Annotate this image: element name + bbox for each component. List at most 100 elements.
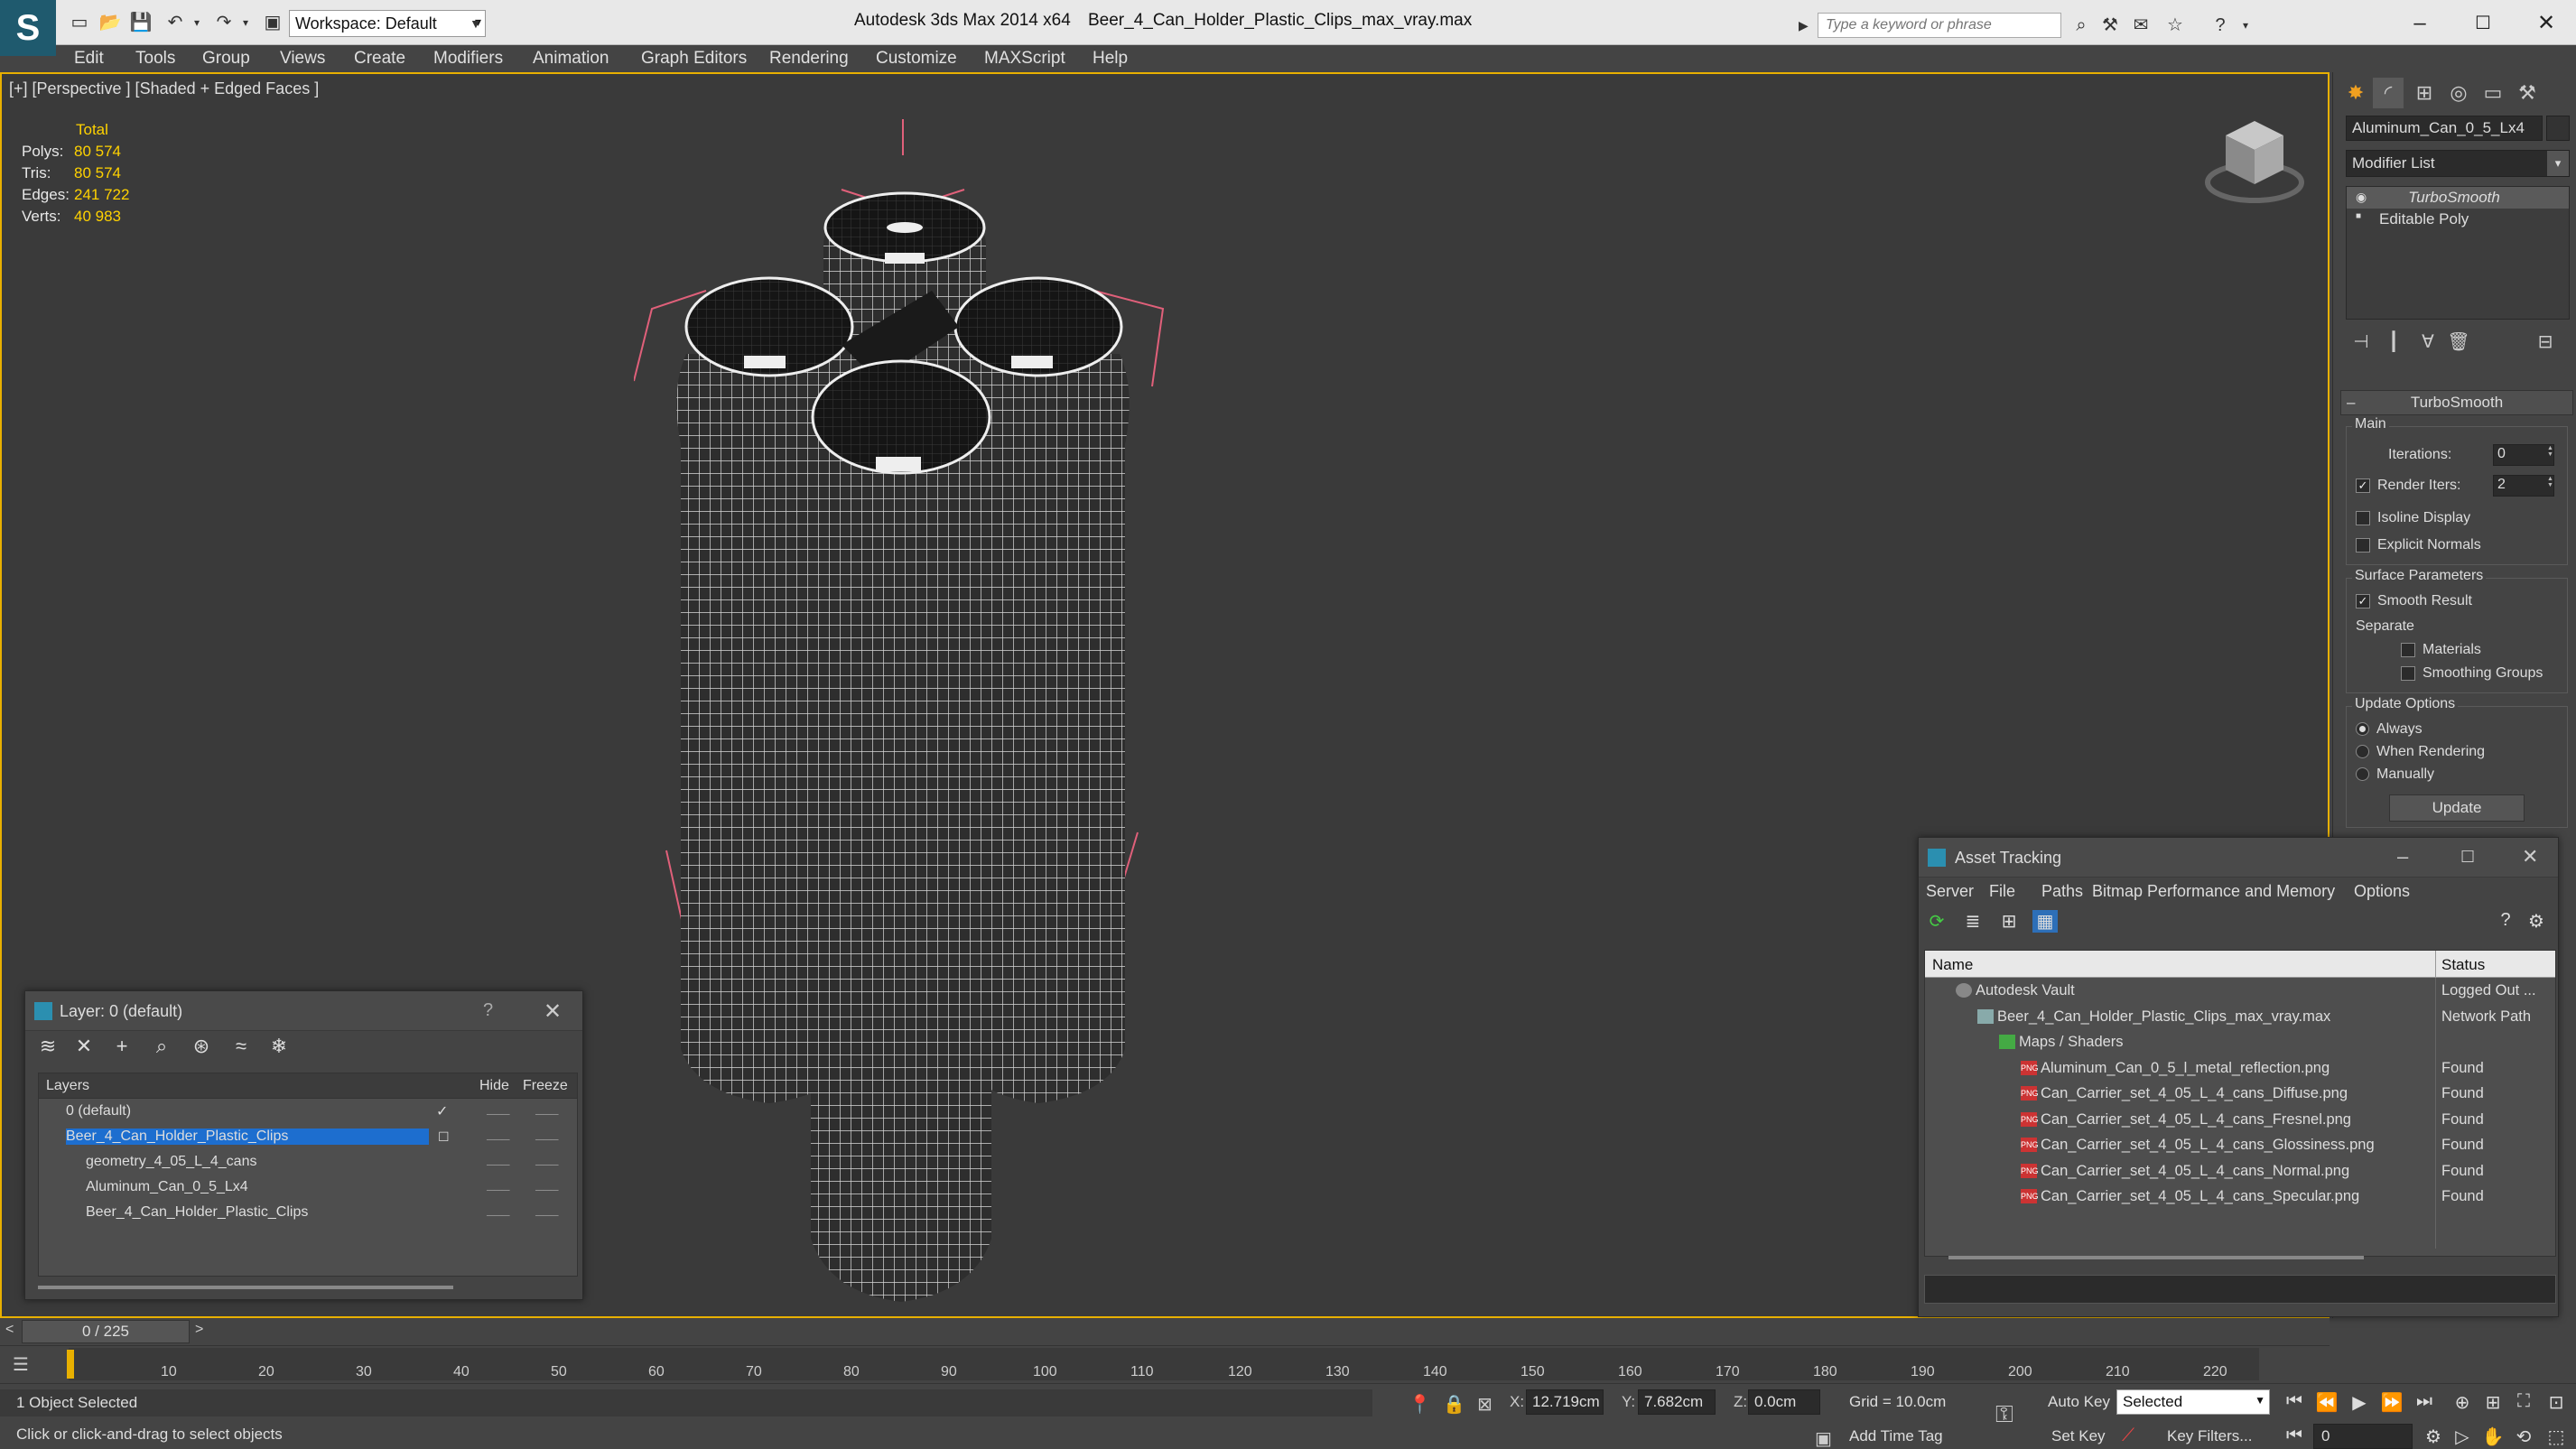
- key-mode-toggle-icon[interactable]: ⏮: [2281, 1426, 2308, 1446]
- motion-tab-icon[interactable]: ◎: [2443, 78, 2474, 108]
- minimize-window-button[interactable]: –: [2402, 7, 2438, 40]
- go-to-start-icon[interactable]: ⏮: [2281, 1391, 2308, 1412]
- menu-tools[interactable]: Tools: [135, 49, 175, 69]
- maximize-viewport-icon[interactable]: ⬚: [2543, 1426, 2570, 1448]
- menu-edit[interactable]: Edit: [74, 49, 104, 69]
- hide-toggle[interactable]: ───: [487, 1108, 510, 1120]
- zoom-extents-icon[interactable]: ⛶: [2510, 1391, 2537, 1412]
- always-radio[interactable]: [2356, 722, 2369, 737]
- menu-animation[interactable]: Animation: [533, 49, 609, 69]
- manually-radio[interactable]: [2356, 767, 2369, 782]
- object-name-field[interactable]: Aluminum_Can_0_5_Lx4: [2346, 116, 2543, 141]
- freeze-toggle[interactable]: ───: [535, 1108, 559, 1120]
- time-slider-thumb[interactable]: 0 / 225: [22, 1320, 190, 1343]
- time-config-icon[interactable]: ⚙: [2420, 1426, 2447, 1448]
- hide-toggle[interactable]: ───: [487, 1209, 510, 1221]
- asset-menu-options[interactable]: Options: [2354, 882, 2410, 901]
- set-key-icon[interactable]: ⟋: [2122, 1426, 2134, 1446]
- horizontal-scrollbar[interactable]: [38, 1286, 453, 1289]
- time-tag-icon[interactable]: ▣: [1815, 1427, 1832, 1449]
- col-hide[interactable]: Hide: [479, 1078, 509, 1094]
- menu-rendering[interactable]: Rendering: [769, 49, 849, 69]
- asset-row[interactable]: PNG Can_Carrier_set_4_05_L_4_cans_Glossi…: [1925, 1132, 2555, 1158]
- menu-help[interactable]: Help: [1093, 49, 1128, 69]
- asset-menu-bitmap-performance[interactable]: Bitmap Performance and Memory: [2092, 882, 2335, 901]
- new-file-icon[interactable]: ▭: [67, 11, 92, 34]
- select-in-layer-icon[interactable]: ⌕: [148, 1035, 175, 1058]
- materials-checkbox[interactable]: [2401, 642, 2415, 657]
- delete-layer-icon[interactable]: ✕: [70, 1035, 98, 1058]
- hide-toggle[interactable]: ───: [487, 1158, 510, 1171]
- pin-stack-icon[interactable]: ⊣: [2348, 330, 2375, 353]
- menu-views[interactable]: Views: [280, 49, 325, 69]
- menu-group[interactable]: Group: [202, 49, 250, 69]
- z-coordinate-field[interactable]: 0.0cm: [1748, 1389, 1820, 1415]
- time-cursor[interactable]: [67, 1350, 74, 1379]
- key-mode-dropdown[interactable]: Selected ▼: [2116, 1389, 2270, 1415]
- col-name[interactable]: Name: [1932, 956, 1973, 974]
- asset-row[interactable]: PNG Can_Carrier_set_4_05_L_4_cans_Specul…: [1925, 1184, 2555, 1210]
- next-frame-icon[interactable]: >: [195, 1322, 203, 1338]
- key-icon[interactable]: ⚿: [1995, 1400, 2013, 1429]
- explicit-normals-checkbox[interactable]: [2356, 537, 2370, 553]
- update-button[interactable]: Update: [2389, 794, 2525, 822]
- create-layer-icon[interactable]: ≋: [34, 1035, 61, 1058]
- asset-menu-paths[interactable]: Paths: [2041, 882, 2083, 901]
- asset-row[interactable]: Maps / Shaders: [1925, 1029, 2555, 1055]
- close-icon[interactable]: ✕: [2522, 845, 2538, 868]
- play-icon[interactable]: ▶: [2346, 1391, 2373, 1414]
- asset-path-field[interactable]: [1924, 1275, 2556, 1304]
- hide-toggle[interactable]: ───: [487, 1184, 510, 1196]
- modifier-stack[interactable]: ◉ TurboSmooth ■ Editable Poly: [2346, 186, 2570, 320]
- maximize-icon[interactable]: ☐: [2460, 848, 2475, 867]
- app-logo-button[interactable]: S: [0, 0, 56, 56]
- set-key-button[interactable]: Set Key: [2051, 1427, 2106, 1445]
- smooth-result-checkbox[interactable]: ✓: [2356, 593, 2370, 608]
- asset-menu-server[interactable]: Server: [1926, 882, 1974, 901]
- expand-icon[interactable]: ■: [2356, 211, 2361, 221]
- asset-row[interactable]: PNG Can_Carrier_set_4_05_L_4_cans_Fresne…: [1925, 1107, 2555, 1133]
- create-tab-icon[interactable]: ✸: [2340, 78, 2371, 108]
- pan-view-icon[interactable]: ✋: [2479, 1426, 2506, 1448]
- next-key-icon[interactable]: ⏩: [2378, 1391, 2405, 1414]
- current-frame-field[interactable]: 0: [2313, 1424, 2413, 1449]
- grid-view-icon[interactable]: ▦: [2032, 910, 2058, 933]
- freeze-all-layers-icon[interactable]: ❄: [265, 1035, 293, 1058]
- freeze-toggle[interactable]: ───: [535, 1209, 559, 1221]
- asset-row[interactable]: PNG Can_Carrier_set_4_05_L_4_cans_Diffus…: [1925, 1081, 2555, 1107]
- viewcube-icon[interactable]: [2200, 112, 2309, 211]
- layer-window-titlebar[interactable]: Layer: 0 (default) ? ✕: [25, 991, 582, 1031]
- asset-row[interactable]: Autodesk Vault Logged Out ...: [1925, 978, 2555, 1004]
- asset-menu-file[interactable]: File: [1989, 882, 2015, 901]
- display-tab-icon[interactable]: ▭: [2478, 78, 2508, 108]
- menu-customize[interactable]: Customize: [876, 49, 957, 69]
- utilities-tab-icon[interactable]: ⚒: [2512, 78, 2543, 108]
- previous-frame-icon[interactable]: <: [5, 1322, 14, 1338]
- hide-toggle[interactable]: ───: [487, 1133, 510, 1146]
- rollout-header[interactable]: – TurboSmooth: [2340, 390, 2573, 415]
- render-iters-checkbox[interactable]: ✓: [2356, 478, 2370, 493]
- field-of-view-icon[interactable]: ▷: [2449, 1426, 2476, 1448]
- layer-row-selected[interactable]: Beer_4_Can_Holder_Plastic_Clips ☐ ─── ──…: [39, 1124, 577, 1149]
- modifier-list-dropdown[interactable]: Modifier List ▾: [2346, 150, 2570, 177]
- freeze-toggle[interactable]: ───: [535, 1133, 559, 1146]
- col-status[interactable]: Status: [2441, 956, 2485, 974]
- horizontal-scrollbar[interactable]: [1948, 1256, 2364, 1259]
- binoculars-icon[interactable]: ⌕: [2068, 13, 2095, 38]
- help-icon[interactable]: ?: [2493, 910, 2518, 931]
- asset-row[interactable]: PNG Aluminum_Can_0_5_l_metal_reflection.…: [1925, 1055, 2555, 1082]
- stack-item-editable-poly[interactable]: ■ Editable Poly: [2347, 209, 2569, 230]
- close-window-button[interactable]: ✕: [2528, 7, 2564, 40]
- hide-all-layers-icon[interactable]: ≈: [228, 1035, 255, 1058]
- minimize-icon[interactable]: –: [2397, 845, 2408, 868]
- set-current-layer-icon[interactable]: ☐: [438, 1129, 450, 1145]
- smoothing-groups-checkbox[interactable]: [2401, 665, 2415, 681]
- menu-create[interactable]: Create: [354, 49, 405, 69]
- object-color-swatch[interactable]: [2546, 116, 2570, 141]
- search-expand-icon[interactable]: ▶: [1799, 13, 1817, 38]
- communication-icon[interactable]: ✉: [2127, 13, 2154, 38]
- x-coordinate-field[interactable]: 12.719cm: [1526, 1389, 1604, 1415]
- isolate-selection-icon[interactable]: 📍: [1409, 1393, 1431, 1416]
- asset-row[interactable]: PNG Can_Carrier_set_4_05_L_4_cans_Normal…: [1925, 1158, 2555, 1184]
- layer-object-row[interactable]: geometry_4_05_L_4_cans ─── ───: [39, 1149, 577, 1175]
